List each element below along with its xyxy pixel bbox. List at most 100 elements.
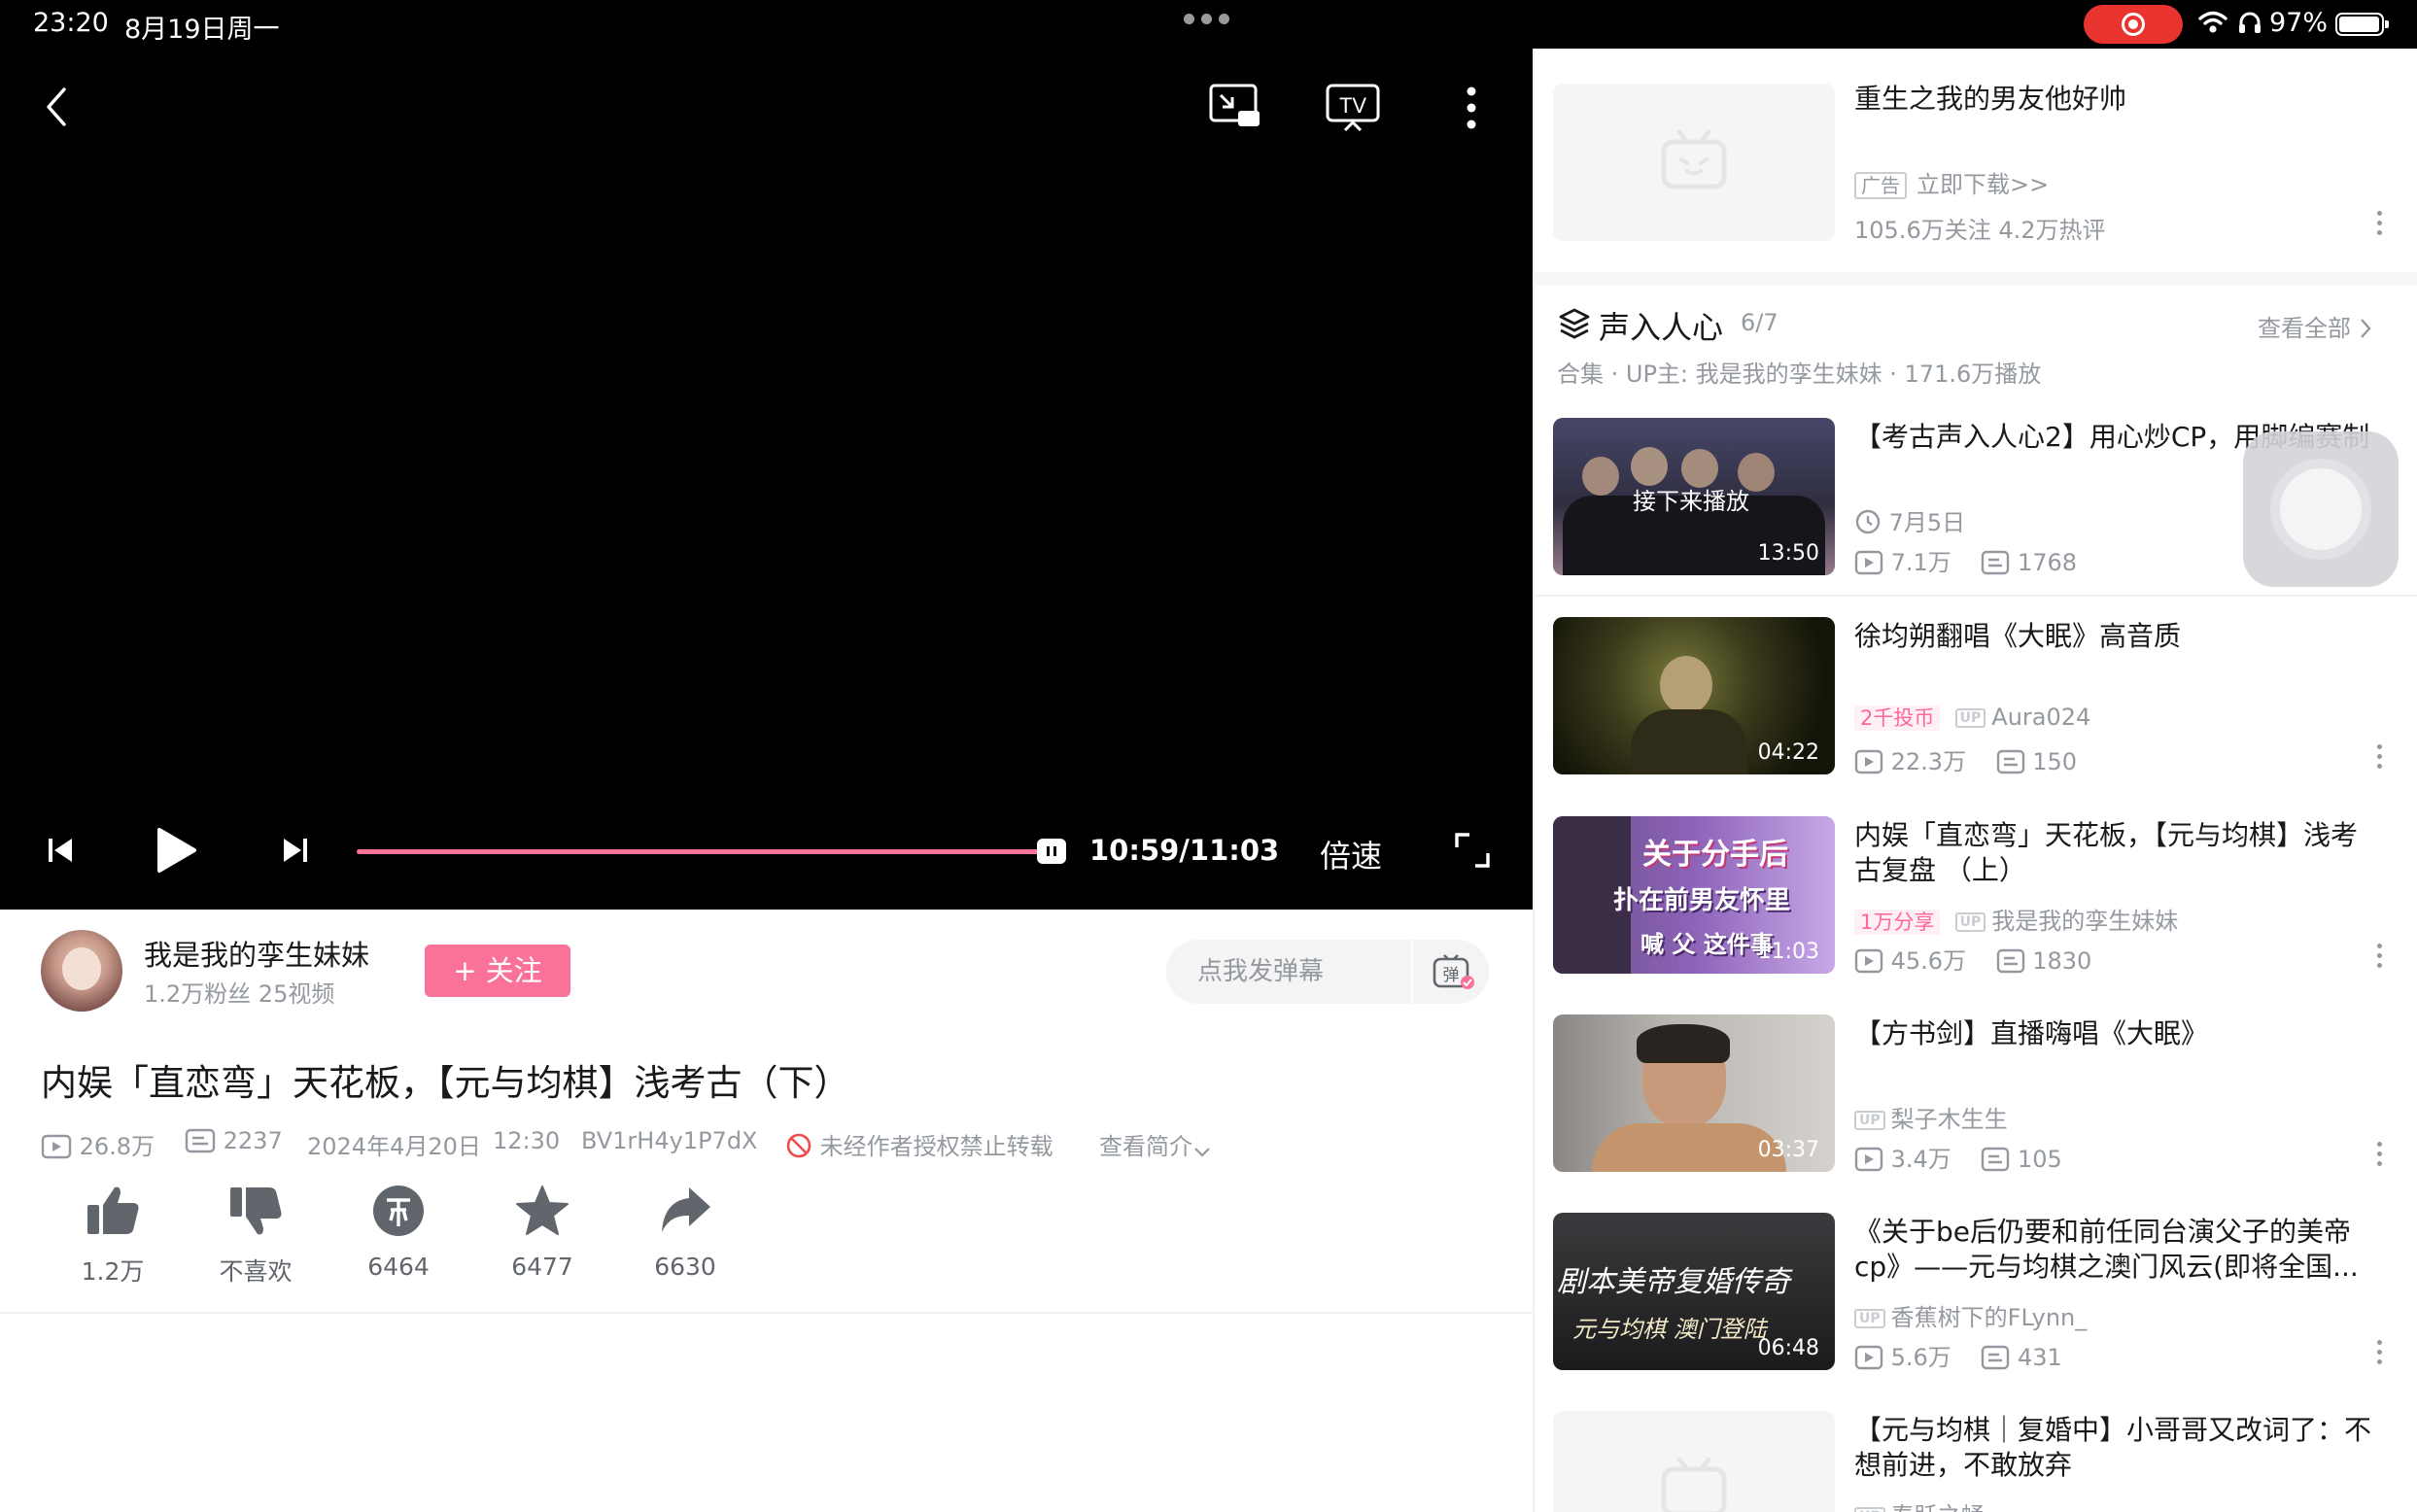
ad-thumbnail[interactable] [1553,84,1835,241]
item-author[interactable]: 香蕉树下的FLynn_ [1891,1304,2088,1331]
item-meta: UP 春跃之蛹 [1854,1496,1985,1512]
svg-text:弹: 弹 [1443,966,1460,985]
fullscreen-icon[interactable] [1454,832,1491,869]
multitask-dots-icon[interactable] [1184,14,1229,24]
share-badge: 1万分享 [1854,910,1941,935]
duration: 03:37 [1757,1138,1819,1162]
status-time: 23:20 [33,8,109,38]
headphones-icon [2239,12,2261,33]
video-thumbnail[interactable]: 剧本美帝复婚传奇 元与均棋 澳门登陆 06:48 [1553,1213,1835,1370]
publish-date: 2024年4月20日 [307,1133,481,1160]
ad-title[interactable]: 重生之我的男友他好帅 [1854,82,2384,117]
duration: 13:50 [1757,541,1819,566]
share-button[interactable]: 6630 [632,1184,739,1281]
publish-time: 12:30 [493,1127,561,1154]
previous-icon[interactable] [47,836,74,865]
danmaku-input[interactable]: 点我发弹幕 [1166,940,1411,1004]
coin-button[interactable]: 6464 [345,1184,452,1281]
more-icon[interactable] [2377,211,2383,240]
thumbs-up-icon [87,1186,139,1234]
danmaku-settings-button[interactable]: 弹 [1411,940,1489,1004]
video-thumbnail[interactable]: 接下来播放 13:50 [1553,418,1835,575]
up-next-label: 接下来播放 [1633,488,1749,515]
like-button[interactable]: 1.2万 [59,1184,166,1286]
view-all-text[interactable]: 查看全部 [2258,315,2351,342]
item-title[interactable]: 【方书剑】直播嗨唱《大眠》 [1854,1016,2384,1051]
ad-cta[interactable]: 立即下载>> [1916,171,2049,198]
view-intro-link[interactable]: 查看简介 [1099,1127,1212,1161]
speed-button[interactable]: 倍速 [1320,832,1382,876]
star-icon [516,1186,569,1235]
item-stats: 22.3万 150 [1854,742,2077,776]
follow-button[interactable]: + 关注 [425,945,570,997]
item-views: 3.4万 [1890,1146,1951,1173]
item-date-value: 7月5日 [1888,509,1966,536]
video-thumbnail[interactable] [1553,1411,1835,1512]
coin-count: 6464 [367,1253,430,1281]
thumb-caption: 喊 父 这件事 [1640,931,1774,958]
item-author[interactable]: 梨子木生生 [1891,1106,2008,1133]
item-views: 22.3万 [1890,748,1967,775]
item-title[interactable]: 徐均朔翻唱《大眠》高音质 [1854,619,2384,654]
thumb-caption: 扑在前男友怀里 [1613,886,1791,915]
ad-stats: 105.6万关注 4.2万热评 [1854,217,2106,244]
video-thumbnail[interactable]: 04:22 [1553,617,1835,774]
bvid: BV1rH4y1P7dX [581,1127,758,1154]
dislike-label: 不喜欢 [219,1257,293,1286]
ad-tag-line: 广告 立即下载>> [1854,165,2049,199]
view-count-value: 26.8万 [79,1133,155,1160]
item-title[interactable]: 【元与均棋｜复婚中】小哥哥又改词了：不想前进，不敢放弃 [1854,1413,2384,1483]
chevron-down-icon [1194,1148,1210,1157]
danmaku-count-icon [1982,550,2010,575]
danmaku-count-icon [185,1128,216,1153]
avatar[interactable] [41,930,122,1012]
more-icon[interactable] [2377,1340,2383,1369]
item-views: 5.6万 [1890,1344,1951,1371]
play-icon[interactable] [155,826,198,875]
back-icon[interactable] [45,86,70,128]
item-title[interactable]: 《关于be后仍要和前任同台演父子的美帝cp》——元与均棋之澳门风云(即将全国..… [1854,1215,2384,1285]
collection-subtitle: 合集 · UP主: 我是我的孪生妹妹 · 171.6万播放 [1557,361,2042,388]
pip-icon[interactable] [1209,84,1261,128]
video-thumbnail[interactable]: 关于分手后 扑在前男友怀里 喊 父 这件事 11:03 [1553,816,1835,974]
more-icon[interactable] [2377,944,2383,973]
dislike-button[interactable]: 不喜欢 [202,1184,309,1286]
ad-tag: 广告 [1854,172,1907,199]
up-badge-icon: UP [1954,708,1986,728]
battery-percent: 97% [2269,8,2329,38]
duration: 06:48 [1757,1336,1819,1360]
item-views: 7.1万 [1890,549,1951,576]
collection-title[interactable]: 声入人心 [1599,303,1723,348]
danmaku-count-icon [1996,948,2024,974]
bilibili-placeholder-icon [1661,129,1727,189]
bilibili-placeholder-icon [1661,1457,1727,1512]
row-divider [1533,595,2417,597]
item-title[interactable]: 内娱「直恋弯」天花板，【元与均棋】浅考古复盘 （上） [1854,818,2384,888]
collection-stack-icon [1559,308,1590,339]
more-icon[interactable] [2377,744,2383,773]
up-badge-icon: UP [1854,1309,1885,1328]
assistive-touch-button[interactable] [2243,431,2399,587]
video-thumbnail[interactable]: 03:37 [1553,1014,1835,1172]
favorite-button[interactable]: 6477 [489,1184,596,1281]
progress-handle[interactable] [1037,839,1066,864]
screen-record-icon[interactable] [2084,5,2183,44]
view-all-link[interactable]: 查看全部 [2258,309,2372,343]
progress-bar[interactable] [357,849,1052,854]
intro-link-text[interactable]: 查看简介 [1099,1133,1192,1160]
item-author[interactable]: 春跃之蛹 [1891,1502,1985,1512]
uploader-name[interactable]: 我是我的孪生妹妹 [144,933,369,974]
video-player[interactable]: TV 10:59/11:03 倍速 [0,49,1533,910]
coin-badge: 2千投币 [1854,705,1941,731]
item-author[interactable]: 我是我的孪生妹妹 [1991,908,2178,935]
more-vertical-icon[interactable] [1466,86,1477,130]
coin-icon [373,1186,424,1236]
cast-tv-icon[interactable]: TV [1326,84,1380,132]
next-icon[interactable] [282,836,309,865]
item-danmaku: 431 [2017,1344,2062,1371]
item-author[interactable]: Aura024 [1991,704,2090,731]
battery-icon [2335,13,2389,36]
more-icon[interactable] [2377,1142,2383,1171]
panel-divider [1533,49,1535,1512]
item-meta: 2千投币 UP Aura024 [1854,703,2090,732]
